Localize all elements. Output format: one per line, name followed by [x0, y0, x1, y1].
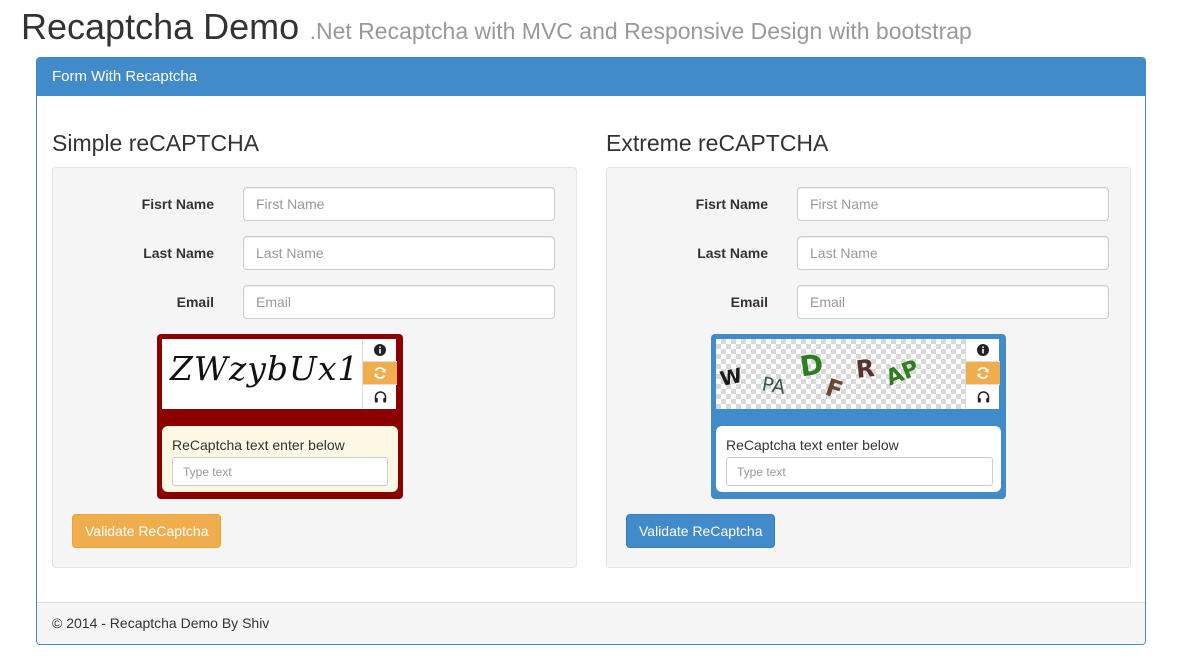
form-panel: Form With Recaptcha Simple reCAPTCHA Fis… [36, 57, 1146, 645]
email-input[interactable] [243, 285, 555, 319]
first-name-row: Fisrt Name [607, 187, 1130, 221]
last-name-row: Last Name [53, 236, 576, 270]
captcha-letter: W [717, 362, 745, 392]
section-title: Simple reCAPTCHA [52, 130, 260, 156]
panel-heading: Form With Recaptcha [37, 58, 1145, 96]
captcha-image: ZWzybUx1 [162, 339, 362, 409]
refresh-icon[interactable] [966, 362, 1000, 385]
extreme-form-well: Fisrt Name Last Name Email W PA D F [606, 167, 1131, 568]
email-row: Email [53, 285, 576, 319]
captcha-prompt: ReCaptcha text enter below [726, 437, 899, 453]
validate-recaptcha-button[interactable]: Validate ReCaptcha [72, 514, 222, 548]
page-header: Recaptcha Demo .Net Recaptcha with MVC a… [21, 6, 972, 48]
email-input[interactable] [797, 285, 1109, 319]
email-label: Email [176, 294, 214, 310]
validate-recaptcha-button[interactable]: Validate ReCaptcha [626, 514, 776, 548]
info-icon[interactable] [363, 339, 397, 362]
page-subtitle: .Net Recaptcha with MVC and Responsive D… [309, 18, 972, 44]
first-name-input[interactable] [797, 187, 1109, 221]
first-name-label: Fisrt Name [695, 196, 768, 212]
info-icon[interactable] [966, 339, 1000, 362]
captcha-entry: ReCaptcha text enter below [716, 426, 1001, 492]
captcha-letter: F [822, 373, 847, 405]
captcha-letter: D [797, 347, 826, 384]
refresh-icon[interactable] [363, 362, 397, 385]
email-label: Email [730, 294, 768, 310]
last-name-label: Last Name [697, 245, 768, 261]
page-title: Recaptcha Demo [21, 6, 300, 47]
extreme-captcha-widget: W PA D F R AP ReCaptcha text enter below… [711, 334, 1006, 499]
captcha-letter: PA [760, 373, 787, 399]
headphones-icon[interactable] [966, 385, 1000, 409]
captcha-letter: AP [882, 355, 923, 392]
simple-captcha-widget: ZWzybUx1 ReCaptcha text enter below [157, 334, 403, 499]
captcha-prompt: ReCaptcha text enter below [172, 437, 345, 453]
first-name-row: Fisrt Name [53, 187, 576, 221]
headphones-icon[interactable] [363, 385, 397, 409]
last-name-label: Last Name [143, 245, 214, 261]
simple-recaptcha-section: Simple reCAPTCHA Fisrt Name Last Name Em… [52, 130, 577, 568]
captcha-tools [362, 339, 397, 409]
captcha-challenge-letters: W PA D F R AP [716, 339, 965, 409]
captcha-response-input[interactable] [172, 457, 388, 486]
last-name-input[interactable] [243, 236, 555, 270]
email-row: Email [607, 285, 1130, 319]
extreme-recaptcha-section: Extreme reCAPTCHA Fisrt Name Last Name E… [606, 130, 1131, 568]
panel-footer: © 2014 - Recaptcha Demo By Shiv [37, 602, 1145, 644]
captcha-tools [965, 339, 1000, 409]
first-name-label: Fisrt Name [141, 196, 214, 212]
captcha-challenge-text: ZWzybUx1 [170, 349, 360, 388]
captcha-image: W PA D F R AP [716, 339, 965, 409]
captcha-letter: R [854, 354, 876, 384]
last-name-input[interactable] [797, 236, 1109, 270]
simple-form-well: Fisrt Name Last Name Email ZWzybUx1 [52, 167, 577, 568]
captcha-entry: ReCaptcha text enter below [162, 426, 398, 492]
last-name-row: Last Name [607, 236, 1130, 270]
captcha-response-input[interactable] [726, 457, 993, 486]
section-title: Extreme reCAPTCHA [606, 130, 829, 156]
first-name-input[interactable] [243, 187, 555, 221]
